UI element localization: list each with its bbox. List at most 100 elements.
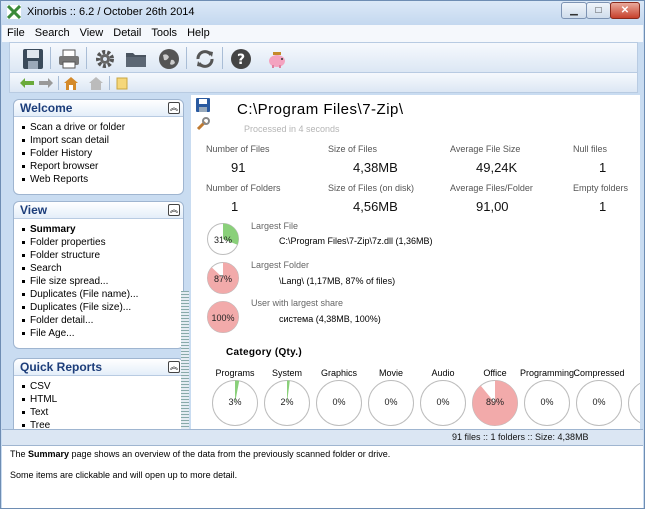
- menu-file[interactable]: File: [2, 25, 30, 39]
- stat-value-size-on-disk: 4,56MB: [353, 199, 398, 214]
- welcome-item-history[interactable]: Folder History: [22, 147, 183, 160]
- stat-value-null-files[interactable]: 1: [599, 160, 606, 175]
- settings-button[interactable]: [92, 46, 118, 72]
- menu-view[interactable]: View: [75, 25, 109, 39]
- welcome-item-scan[interactable]: Scan a drive or folder: [22, 121, 183, 134]
- wrench-icon[interactable]: [196, 117, 210, 131]
- welcome-item-web-reports[interactable]: Web Reports: [22, 173, 183, 186]
- quick-report-text[interactable]: Text: [22, 406, 183, 419]
- category-label: Audio: [431, 368, 455, 378]
- category-label: Graphics: [320, 368, 357, 378]
- close-button[interactable]: ✕: [610, 2, 640, 19]
- view-panel-header[interactable]: View ︽: [14, 202, 183, 219]
- category-pct: 0%: [436, 397, 450, 407]
- description-text: The: [10, 449, 29, 459]
- category-label: Office: [483, 368, 507, 378]
- toolbar-separator: [86, 47, 87, 69]
- minimize-button[interactable]: ▁: [561, 2, 587, 19]
- stat-label-size-on-disk: Size of Files (on disk): [328, 183, 415, 193]
- arrow-right-icon: [39, 78, 53, 88]
- collapse-icon[interactable]: ︽: [168, 361, 180, 373]
- category-label: System: [271, 368, 302, 378]
- arrow-left-icon: [20, 78, 34, 88]
- quick-reports-panel-title: Quick Reports: [20, 360, 103, 374]
- category-pie[interactable]: [627, 379, 640, 427]
- welcome-panel: Welcome ︽ Scan a drive or folder Import …: [13, 99, 184, 195]
- view-item-file-size-spread[interactable]: File size spread...: [22, 275, 183, 288]
- maximize-button[interactable]: □: [586, 2, 611, 19]
- printer-icon: [59, 49, 79, 69]
- view-item-duplicates-name[interactable]: Duplicates (File name)...: [22, 288, 183, 301]
- description-text: page shows an overview of the data from …: [69, 449, 391, 459]
- largest-user-value[interactable]: система (4,38MB, 100%): [279, 314, 381, 324]
- largest-user-pct: 100%: [211, 313, 235, 323]
- menu-search[interactable]: Search: [30, 25, 75, 39]
- sidebar-scroll-grip[interactable]: [181, 291, 189, 429]
- view-item-summary[interactable]: Summary: [22, 223, 183, 236]
- toolbar-separator: [109, 76, 110, 90]
- save-summary-icon[interactable]: [196, 98, 210, 112]
- category-pct: 89%: [485, 397, 504, 407]
- collapse-icon[interactable]: ︽: [168, 204, 180, 216]
- web-button[interactable]: [156, 46, 182, 72]
- largest-folder-title: Largest Folder: [251, 260, 310, 270]
- welcome-item-import[interactable]: Import scan detail: [22, 134, 183, 147]
- description-panel: The Summary page shows an overview of th…: [2, 445, 643, 508]
- forward-button[interactable]: [37, 75, 55, 91]
- view-item-folder-structure[interactable]: Folder structure: [22, 249, 183, 262]
- category-pct: 2%: [280, 397, 294, 407]
- print-button[interactable]: [56, 46, 82, 72]
- view-item-folder-detail[interactable]: Folder detail...: [22, 314, 183, 327]
- quick-report-tree[interactable]: Tree: [22, 419, 183, 429]
- quick-report-csv[interactable]: CSV: [22, 380, 183, 393]
- toolbar-separator: [186, 47, 187, 69]
- view-item-duplicates-size[interactable]: Duplicates (File size)...: [22, 301, 183, 314]
- sidebar: Welcome ︽ Scan a drive or folder Import …: [9, 95, 189, 429]
- menu-help[interactable]: Help: [182, 25, 215, 39]
- toolbar-separator: [222, 47, 223, 69]
- view-item-file-age[interactable]: File Age...: [22, 327, 183, 340]
- view-item-search[interactable]: Search: [22, 262, 183, 275]
- window-title: Xinorbis :: 6.2 / October 26th 2014: [27, 6, 195, 18]
- collapse-icon[interactable]: ︽: [168, 102, 180, 114]
- menu-tools[interactable]: Tools: [146, 25, 182, 39]
- welcome-item-report-browser[interactable]: Report browser: [22, 160, 183, 173]
- stat-value-empty-folders[interactable]: 1: [599, 199, 606, 214]
- quick-report-html[interactable]: HTML: [22, 393, 183, 406]
- save-button[interactable]: [20, 46, 46, 72]
- up-folder-button[interactable]: [87, 75, 105, 91]
- up-folder-icon: [89, 76, 103, 90]
- help-button[interactable]: ?: [228, 46, 254, 72]
- category-label: Programming: [519, 368, 575, 378]
- largest-file-value[interactable]: C:\Program Files\7-Zip\7z.dll (1,36MB): [279, 236, 433, 246]
- refresh-button[interactable]: [192, 46, 218, 72]
- view-item-folder-properties[interactable]: Folder properties: [22, 236, 183, 249]
- stat-value-average-file-size: 49,24K: [476, 160, 518, 175]
- pie-background: [628, 382, 640, 424]
- refresh-icon: [196, 50, 214, 68]
- summary-view: C:\Program Files\7-Zip\ Processed in 4 s…: [191, 95, 640, 429]
- description-line-1: The Summary page shows an overview of th…: [10, 449, 390, 459]
- category-label: Und: [621, 368, 640, 378]
- largest-folder-pct: 87%: [213, 274, 232, 284]
- quick-reports-panel-header[interactable]: Quick Reports ︽: [14, 359, 183, 376]
- title-bar[interactable]: Xinorbis :: 6.2 / October 26th 2014 ▁ □ …: [1, 1, 644, 25]
- back-button[interactable]: [18, 75, 36, 91]
- donate-button[interactable]: [264, 46, 290, 72]
- stat-label-null-files: Null files: [573, 144, 608, 154]
- welcome-panel-header[interactable]: Welcome ︽: [14, 100, 183, 117]
- largest-user-title: User with largest share: [251, 298, 344, 308]
- help-icon: ?: [231, 49, 251, 69]
- open-folder-button[interactable]: [123, 46, 149, 72]
- largest-folder-value[interactable]: \Lang\ (1,17MB, 87% of files): [279, 276, 395, 286]
- app-window: Xinorbis :: 6.2 / October 26th 2014 ▁ □ …: [0, 0, 645, 509]
- description-line-2: Some items are clickable and will open u…: [10, 470, 238, 480]
- stat-value-number-of-files: 91: [231, 160, 246, 175]
- home-button[interactable]: [62, 75, 80, 91]
- notes-button[interactable]: [113, 75, 131, 91]
- menu-detail[interactable]: Detail: [108, 25, 146, 39]
- stat-value-size-of-files: 4,38MB: [353, 160, 398, 175]
- stat-label-number-of-folders: Number of Folders: [206, 183, 281, 193]
- category-label: Movie: [378, 368, 403, 378]
- navigation-toolbar: [9, 73, 638, 93]
